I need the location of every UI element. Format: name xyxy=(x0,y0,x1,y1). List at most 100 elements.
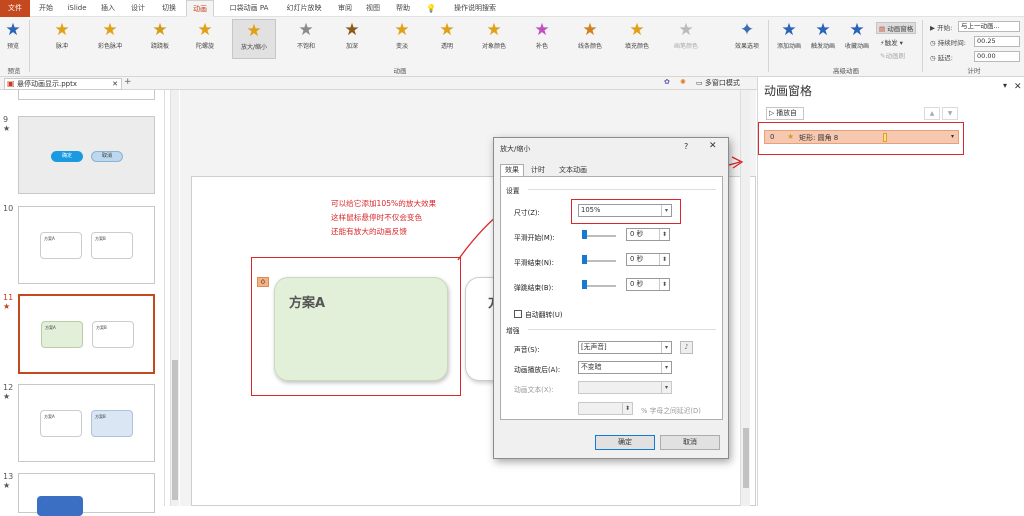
animate-text-select[interactable]: ▾ xyxy=(578,381,672,394)
effect-label: 加深 xyxy=(345,43,358,50)
smooth-start-input[interactable]: 0 秒 ⬍ xyxy=(626,228,670,241)
spin-arrows-icon[interactable]: ⬍ xyxy=(659,279,669,290)
thumbnail-scrollbar[interactable] xyxy=(170,90,179,506)
smooth-end-slider[interactable] xyxy=(582,260,616,262)
effect-4-button[interactable]: ★ 放大/缩小 xyxy=(232,19,276,59)
slider-thumb[interactable] xyxy=(582,230,587,239)
slide-number: 12 ★ xyxy=(3,383,14,401)
tab-file[interactable]: 文件 xyxy=(0,0,30,17)
tab-slideshow[interactable]: 幻灯片放映 xyxy=(282,0,326,17)
play-from-button[interactable]: ▷ 播放自 xyxy=(766,107,804,120)
slide-thumbnail[interactable] xyxy=(18,90,155,100)
effect-9-button[interactable]: ★ 对象颜色 xyxy=(472,19,516,59)
tell-me-search[interactable]: 操作说明搜索 xyxy=(440,0,510,17)
tab-text-animation[interactable]: 文本动画 xyxy=(555,165,591,176)
animation-painter-button[interactable]: ✎动画刷 xyxy=(880,50,905,60)
duration-input[interactable]: 00.25 xyxy=(974,36,1020,47)
slide-thumbnail-9[interactable]: 确定 取消 xyxy=(18,116,155,194)
scroll-thumb[interactable] xyxy=(743,428,749,488)
gear-icon[interactable]: ✺ xyxy=(680,78,686,86)
after-animation-select[interactable]: 不变暗 ▾ xyxy=(578,361,672,374)
slide-thumbnail-12[interactable]: 方案A 方案B xyxy=(18,384,155,462)
favorite-animation-button[interactable]: ★ 收藏动画 xyxy=(840,19,874,59)
cancel-button[interactable]: 取消 xyxy=(660,435,720,450)
slide-thumbnail-11-selected[interactable]: 方案A 方案B xyxy=(18,294,155,374)
effect-label: 补色 xyxy=(535,43,548,50)
close-icon[interactable]: ✕ xyxy=(1014,82,1022,92)
bounce-end-slider[interactable] xyxy=(582,285,616,287)
slider-thumb[interactable] xyxy=(582,255,587,264)
effect-2-button[interactable]: ★ 跷跷板 xyxy=(138,19,182,59)
tab-home[interactable]: 开始 xyxy=(33,0,59,17)
tab-review[interactable]: 审阅 xyxy=(334,0,356,17)
smooth-end-input[interactable]: 0 秒 ⬍ xyxy=(626,253,670,266)
tab-islide[interactable]: iSlide xyxy=(62,0,92,17)
slide-thumbnail-13[interactable] xyxy=(18,473,155,516)
sound-select[interactable]: [无声音] ▾ xyxy=(578,341,672,354)
effect-13-button[interactable]: ★ 画笔颜色 xyxy=(664,19,708,59)
effect-11-button[interactable]: ★ 线条颜色 xyxy=(568,19,612,59)
slide-number: 10 xyxy=(3,204,14,213)
trigger-button[interactable]: ⚡触发 ▾ xyxy=(880,37,903,47)
chevron-down-icon: ▾ xyxy=(661,342,671,353)
speaker-icon[interactable]: ♪ xyxy=(680,341,693,354)
bounce-end-input[interactable]: 0 秒 ⬍ xyxy=(626,278,670,291)
autoreverse-label: 自动翻转(U) xyxy=(525,311,563,319)
scroll-thumb[interactable] xyxy=(172,360,178,500)
size-label: 尺寸(Z): xyxy=(514,209,540,217)
letter-delay-input[interactable]: ⬍ xyxy=(578,402,633,415)
move-up-button[interactable]: ▲ xyxy=(924,107,940,120)
smooth-end-label: 平滑结束(N): xyxy=(514,259,554,267)
tab-view[interactable]: 视图 xyxy=(362,0,384,17)
slide-thumbnail-10[interactable]: 方案A 方案B xyxy=(18,206,155,284)
group-label-preview: 预览 xyxy=(7,67,21,75)
effect-5-button[interactable]: ★ 不饱和 xyxy=(284,19,328,59)
spin-arrows-icon[interactable]: ⬍ xyxy=(659,229,669,240)
effect-label: 填充颜色 xyxy=(624,43,649,50)
star-icon: ★ xyxy=(394,20,410,40)
effect-7-button[interactable]: ★ 变淡 xyxy=(380,19,424,59)
star-icon: ★ xyxy=(678,20,694,40)
ok-button[interactable]: 确定 xyxy=(595,435,655,450)
effect-1-button[interactable]: ★ 彩色脉冲 xyxy=(88,19,132,59)
slider-thumb[interactable] xyxy=(582,280,587,289)
tab-timing[interactable]: 计时 xyxy=(526,165,550,176)
animation-pane-button[interactable]: ▤ 动画窗格 xyxy=(876,22,917,34)
tab-animations[interactable]: 动画 xyxy=(186,0,214,17)
delay-input[interactable]: 00.00 xyxy=(974,51,1020,62)
tab-transitions[interactable]: 切换 xyxy=(157,0,181,17)
effect-3-button[interactable]: ★ 陀螺旋 xyxy=(183,19,227,59)
multi-window-mode-button[interactable]: ▭ 多窗口模式 xyxy=(696,78,740,88)
help-icon[interactable]: ? xyxy=(684,142,688,151)
smooth-start-slider[interactable] xyxy=(582,235,616,237)
start-select[interactable]: 与上一动画... xyxy=(958,21,1020,32)
effect-options-icon: ✦ xyxy=(739,20,755,40)
tab-pocket-animation[interactable]: 口袋动画 PA xyxy=(225,0,273,17)
move-down-button[interactable]: ▼ xyxy=(942,107,958,120)
effect-12-button[interactable]: ★ 填充颜色 xyxy=(615,19,659,59)
tab-design[interactable]: 设计 xyxy=(126,0,150,17)
tab-effect[interactable]: 效果 xyxy=(500,164,524,176)
thumb-card-a: 方案A xyxy=(40,410,82,437)
autoreverse-checkbox[interactable] xyxy=(514,310,522,318)
star-favorite-icon: ★ xyxy=(849,20,865,40)
effect-0-button[interactable]: ★ 脉冲 xyxy=(40,19,84,59)
effect-10-button[interactable]: ★ 补色 xyxy=(520,19,564,59)
document-tab[interactable]: ▣ 悬停动画显示.pptx ✕ xyxy=(4,78,122,90)
preview-button[interactable]: ★ 预览 xyxy=(2,19,24,59)
dropdown-icon[interactable]: ▾ xyxy=(1003,81,1007,90)
effect-8-button[interactable]: ★ 透明 xyxy=(425,19,469,59)
tab-help[interactable]: 帮助 xyxy=(392,0,414,17)
new-tab-icon[interactable]: + xyxy=(124,77,132,87)
effect-options-button[interactable]: ✦ 效果选项 xyxy=(730,19,764,59)
enhance-header: 增强 xyxy=(506,327,520,335)
puzzle-icon[interactable]: ✿ xyxy=(664,78,670,86)
star-icon: ★ xyxy=(486,20,502,40)
effect-6-button[interactable]: ★ 加深 xyxy=(330,19,374,59)
tab-insert[interactable]: 插入 xyxy=(96,0,120,17)
close-tab-icon[interactable]: ✕ xyxy=(112,79,118,89)
trigger-animation-button[interactable]: ★ 触发动画 xyxy=(806,19,840,59)
close-icon[interactable]: ✕ xyxy=(709,141,717,151)
add-animation-button[interactable]: ★ 添加动画 xyxy=(772,19,806,59)
spin-arrows-icon[interactable]: ⬍ xyxy=(659,254,669,265)
